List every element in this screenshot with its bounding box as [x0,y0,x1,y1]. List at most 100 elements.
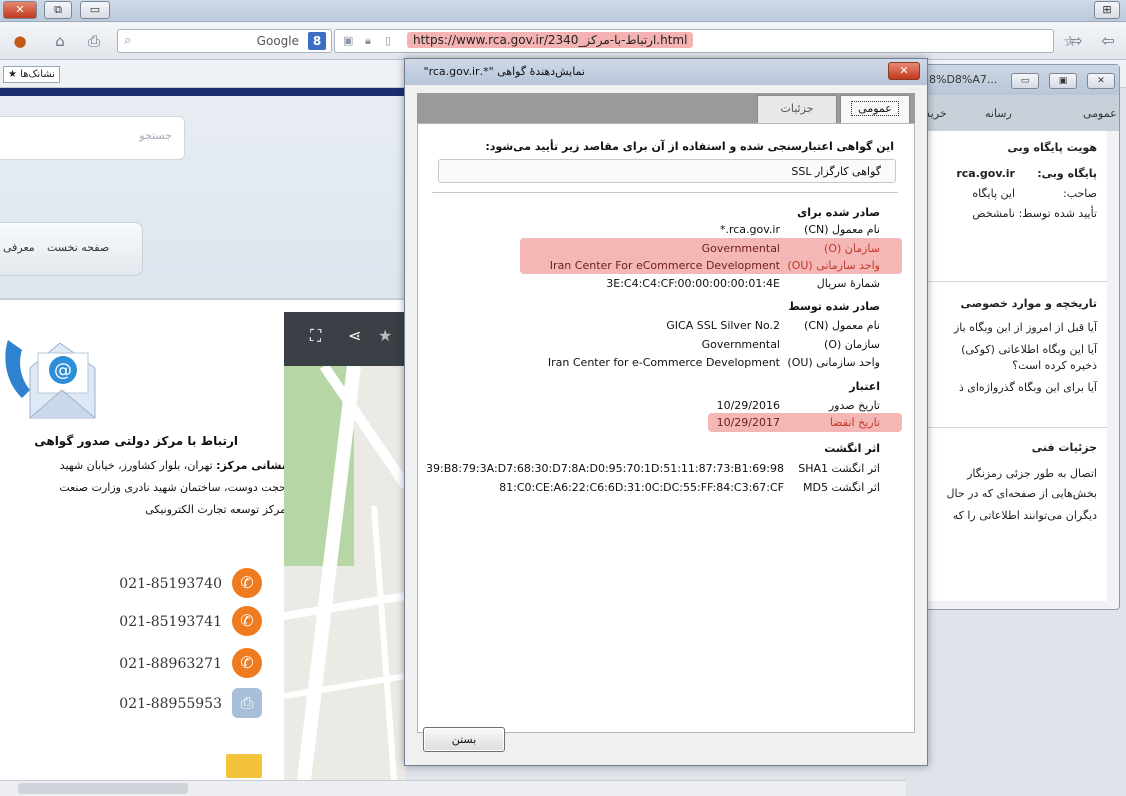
issued-by-o-value: Governmental [701,338,780,351]
page-top-band [0,88,406,96]
tab-general[interactable]: عمومی [1083,107,1117,120]
print-icon[interactable]: ⎙ [84,31,104,51]
map-toolbar: ⛶ ⋖ ★ [284,312,406,366]
window-close-button[interactable]: ✕ [3,1,37,19]
page-info-close-button[interactable]: ✕ [1087,73,1115,89]
home-icon[interactable]: ⌂ [50,31,70,51]
fingerprints-heading: اثر انگشت [824,442,880,455]
web-page: جستجو صفحه نخست معرفی @ ارتباط با مرکز د… [0,88,406,780]
fax-number: 021-88955953 [119,696,222,712]
tech-line: اتصال به طور جزئی رمزنگار [967,467,1097,480]
issued-to-ou-value: Iran Center For eCommerce Development [549,259,780,272]
page-header: جستجو صفحه نخست معرفی [0,96,406,300]
privacy-question: ذخیره کرده است؟ [1012,359,1097,372]
window-restore-button[interactable]: ⧉ [44,1,72,19]
share-icon[interactable]: ⋖ [348,326,361,345]
dialog-tabstrip: عمومی جزئیات [417,93,915,123]
identity-title: هویت پایگاه وبی [1007,141,1097,154]
section-divider [925,427,1107,428]
validity-heading: اعتبار [849,380,880,393]
panel-divider [432,192,898,193]
address-label: نشانی مرکز: [216,459,286,472]
map-widget[interactable]: ⛶ ⋖ ★ [284,312,406,780]
issued-by-ou-value: Iran Center for e-Commerce Development [547,356,780,369]
privacy-question: آیا قبل از امروز از این وبگاه باز [953,321,1097,334]
expires-on-value: 10/29/2017 [716,416,780,429]
scrollbar-thumb[interactable] [18,783,188,794]
contact-address-3: مرکز توسعه تجارت الکترونیکی [145,503,286,516]
menu-item-home[interactable]: صفحه نخست [47,241,109,254]
document-icon: ▯ [385,34,392,47]
window-minimize-button[interactable]: ▭ [80,1,110,19]
map-streets [284,366,406,780]
page-info-titlebar: 8%D8%A7... ▭ ▣ ✕ [911,65,1119,95]
sha1-value: 39:B8:79:3A:D7:68:30:D7:8A:D0:95:70:1D:5… [425,462,784,475]
svg-text:@: @ [54,360,72,381]
phone-row: 021-88955953 ⎙ [100,688,270,722]
phone-icon: ✆ [232,568,262,598]
site-value: rca.gov.ir [956,167,1015,180]
search-engine-label[interactable]: Google [257,34,299,48]
privacy-question: آیا برای این وبگاه گذرواژه‌ای ذ [958,381,1097,394]
url-text[interactable]: https://www.rca.gov.ir/2340_ارتباط-با-مر… [407,32,694,48]
tab-general[interactable]: عمومی [840,95,910,123]
search-engine-badge[interactable]: 8 [308,32,326,50]
page-info-tabs: عمومی رسانه خرید [911,95,1119,131]
address-text-1: تهران، بلوار کشاورز، خیابان شهید [59,459,213,472]
issued-by-cn-value: GICA SSL Silver No.2 [666,319,780,332]
dialog-close-icon[interactable]: ✕ [888,62,920,80]
phone-number: 021-85193740 [119,576,222,592]
fullscreen-icon[interactable]: ⛶ [310,326,321,346]
email-contact-icon: @ [5,340,96,419]
phone-row: 021-85193741 ✆ [100,606,270,640]
phone-row: 021-85193740 ✆ [100,568,270,602]
horizontal-scrollbar[interactable] [0,780,906,796]
tab-media[interactable]: رسانه [985,107,1012,120]
issued-by-ou-label: واحد سازمانی (OU) [787,356,880,369]
browser-titlebar: ✕ ⧉ ▭ ⊞ [0,0,1126,22]
star-icon: ★ [8,69,17,80]
window-grid-button[interactable]: ⊞ [1094,1,1120,19]
contact-address-1: نشانی مرکز: تهران، بلوار کشاورز، خیابان … [0,459,286,472]
verified-value: نامشخص [972,207,1015,220]
owner-value: این پایگاه [972,187,1015,200]
search-icon: ⌕ [124,33,132,48]
bookmarks-button[interactable]: ★ نشانک‌ها [3,66,60,83]
tech-line: بخش‌هایی از صفحه‌ای که در حال [946,487,1097,500]
tab-permissions[interactable]: خرید [925,107,947,120]
serial-value: 3E:C4:C4:CF:00:00:00:00:01:4E [606,277,780,290]
page-info-maximize-button[interactable]: ▣ [1049,73,1077,89]
issued-on-value: 10/29/2016 [716,399,780,412]
expires-on-label: تاریخ انقضا [830,416,880,429]
phone-icon: ✆ [232,606,262,636]
page-main-menu: صفحه نخست معرفی [0,222,143,276]
usage-intro: این گواهی اعتبارسنجی شده و استفاده از آن… [485,140,894,153]
privacy-title: تاریخچه و موارد خصوصی [960,297,1097,310]
tab-details[interactable]: جزئیات [757,95,837,123]
issued-to-cn-value: *.rca.gov.ir [719,223,780,236]
address-bar[interactable]: ▣ 🔒︎ ▯ https://www.rca.gov.ir/2340_ارتبا… [334,29,1054,53]
fax-icon: ⎙ [232,688,262,718]
menu-item-about[interactable]: معرفی [3,241,35,254]
issued-to-o-value: Governmental [701,242,780,255]
serial-label: شمارهٔ سریال [816,277,880,290]
certificate-viewer-dialog: نمایش‌دهندهٔ گواهی "*.rca.gov.ir" ✕ عموم… [404,58,928,766]
profile-icon[interactable]: ● [10,31,30,51]
issued-by-o-label: سازمان (O) [824,338,880,351]
verified-label: تأیید شده توسط: [1018,207,1097,220]
tab-general-label: عمومی [851,101,899,116]
issued-to-o-label: سازمان (O) [824,242,880,255]
forward-arrow-icon[interactable]: ⇨ [1066,31,1086,51]
back-arrow-icon[interactable]: ⇦ [1098,31,1118,51]
purpose-item: گواهی کارگزار SSL [791,165,881,178]
close-button[interactable]: بستن [423,727,505,752]
page-search-placeholder: جستجو [139,129,172,142]
phone-number: 021-85193741 [119,614,222,630]
search-box[interactable]: ⌕ Google 8 [117,29,332,53]
sha1-label: اثر انگشت SHA1 [798,462,880,475]
page-info-minimize-button[interactable]: ▭ [1011,73,1039,89]
issued-by-heading: صادر شده توسط [788,300,880,313]
issued-on-label: تاریخ صدور [828,399,880,412]
page-search-field[interactable]: جستجو [0,116,185,160]
star-icon[interactable]: ★ [378,326,392,345]
